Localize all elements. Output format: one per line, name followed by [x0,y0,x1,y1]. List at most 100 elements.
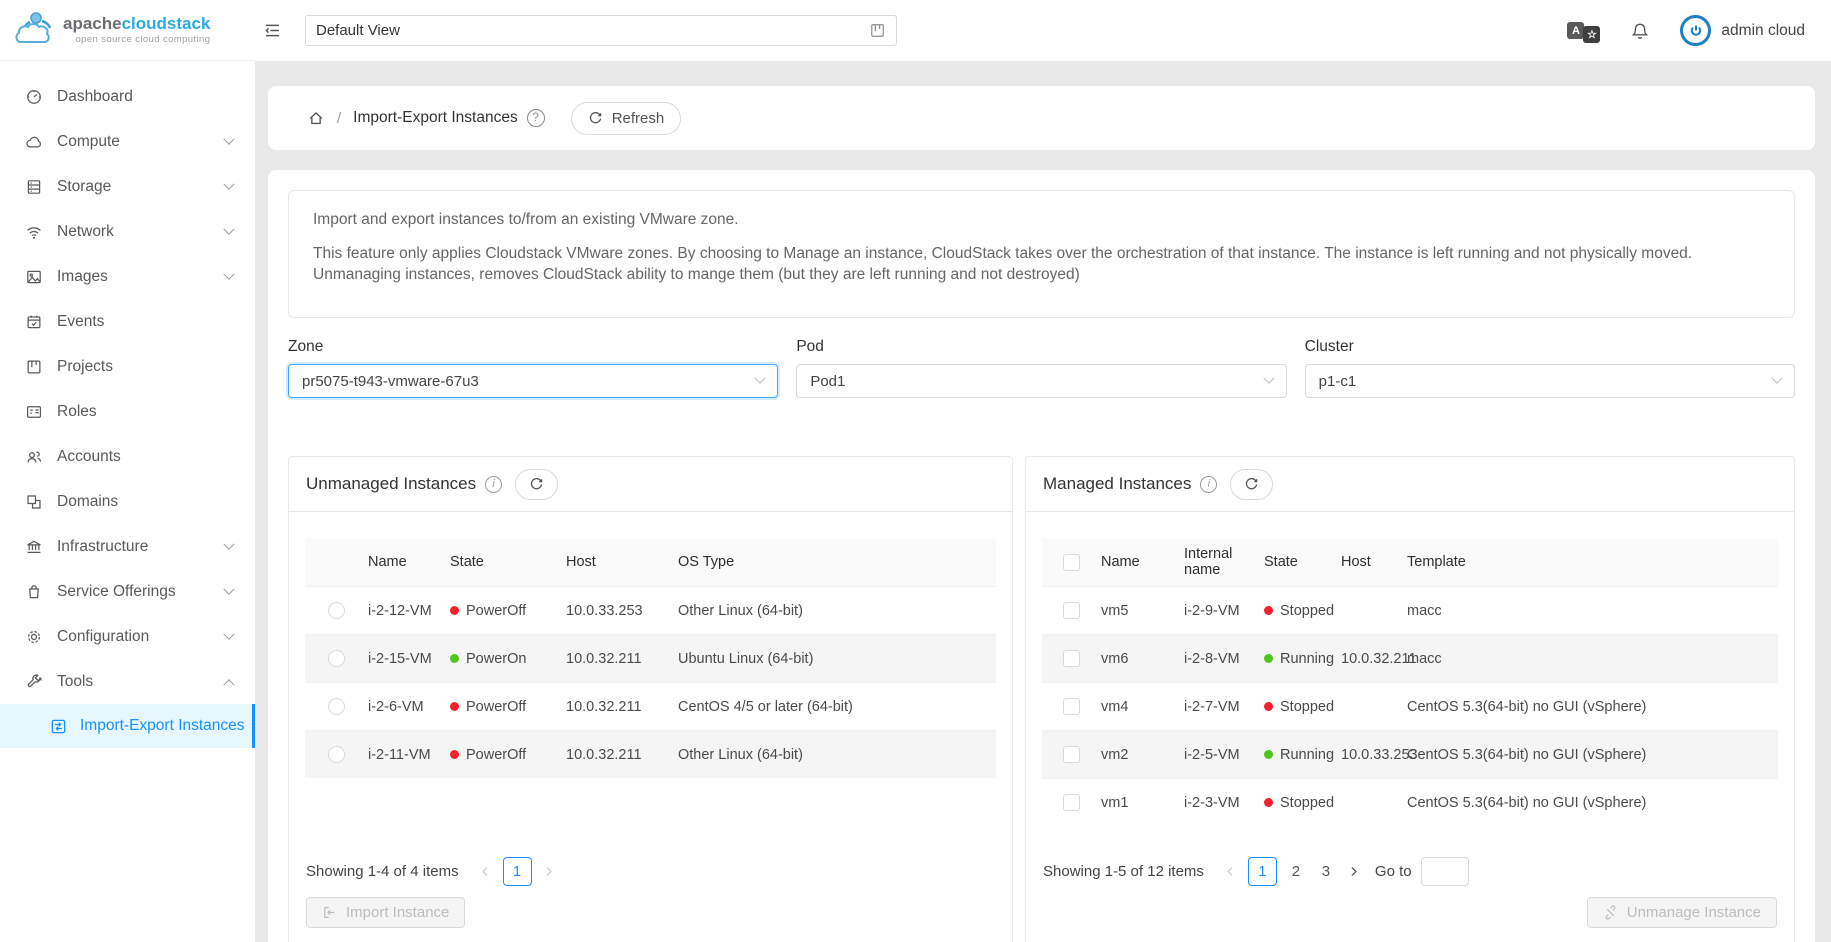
row-checkbox[interactable] [1063,650,1080,667]
managed-title: Managed Instances [1043,474,1191,494]
managed-refresh-button[interactable] [1230,469,1273,500]
menu-fold-icon[interactable] [259,18,285,44]
cell-name: vm4 [1101,699,1184,715]
state-dot [450,750,459,759]
table-row[interactable]: i-2-6-VM PowerOff 10.0.32.211 CentOS 4/5… [305,682,996,730]
sidebar-item-storage[interactable]: Storage [0,164,255,209]
info-icon[interactable]: i [485,476,502,493]
table-row[interactable]: vm2 i-2-5-VM Running 10.0.33.253 CentOS … [1042,730,1778,778]
refresh-button[interactable]: Refresh [571,102,682,135]
table-row[interactable]: vm1 i-2-3-VM Stopped CentOS 5.3(64-bit) … [1042,778,1778,826]
table-row[interactable]: vm6 i-2-8-VM Running 10.0.32.211 macc [1042,634,1778,682]
chevron-down-icon [223,538,234,549]
cell-internal-name: i-2-5-VM [1184,747,1264,763]
view-selector-input[interactable]: Default View [305,15,897,46]
description-line-1: Import and export instances to/from an e… [313,209,1770,230]
sidebar-item-infrastructure[interactable]: Infrastructure [0,524,255,569]
sidebar-item-label: Infrastructure [57,538,148,556]
table-row[interactable]: i-2-11-VM PowerOff 10.0.32.211 Other Lin… [305,730,996,778]
sidebar-item-compute[interactable]: Compute [0,119,255,164]
page-1-button[interactable]: 1 [503,857,532,886]
row-radio[interactable] [328,650,345,667]
chevron-down-icon [755,373,766,384]
bank-icon [25,538,43,556]
page-1-button[interactable]: 1 [1248,857,1277,886]
cell-state: Stopped [1264,603,1341,619]
cluster-select[interactable]: p1-c1 [1305,364,1795,398]
sidebar-item-service-offerings[interactable]: Service Offerings [0,569,255,614]
project-switch-icon[interactable] [869,22,886,39]
cell-template: macc [1407,603,1778,619]
sidebar-item-network[interactable]: Network [0,209,255,254]
sidebar-item-tools[interactable]: Tools [0,659,255,704]
row-checkbox[interactable] [1063,794,1080,811]
zone-select[interactable]: pr5075-t943-vmware-67u3 [288,364,778,398]
cell-name: vm5 [1101,603,1184,619]
sidebar-item-import-export-instances[interactable]: Import-Export Instances [0,704,255,748]
managed-summary: Showing 1-5 of 12 items [1043,863,1204,880]
user-name[interactable]: admin cloud [1721,22,1805,40]
sidebar-item-accounts[interactable]: Accounts [0,434,255,479]
sidebar-item-label: Roles [57,403,97,421]
sidebar-item-projects[interactable]: Projects [0,344,255,389]
row-checkbox[interactable] [1063,746,1080,763]
unmanaged-refresh-button[interactable] [515,469,558,500]
info-icon[interactable]: i [1200,476,1217,493]
column-header: State [1264,554,1341,570]
unmanaged-pagination: Showing 1-4 of 4 items 1 [306,857,995,886]
row-radio[interactable] [328,746,345,763]
prev-page-icon[interactable] [473,859,499,885]
select-all-checkbox[interactable] [1063,554,1080,571]
row-checkbox[interactable] [1063,698,1080,715]
next-page-icon[interactable] [1341,859,1367,885]
cell-internal-name: i-2-9-VM [1184,603,1264,619]
sidebar-item-events[interactable]: Events [0,299,255,344]
cell-internal-name: i-2-8-VM [1184,651,1264,667]
import-icon [322,905,337,920]
sidebar-item-dashboard[interactable]: Dashboard [0,74,255,119]
next-page-icon[interactable] [536,859,562,885]
state-label: PowerOff [466,699,526,715]
page-2-button[interactable]: 2 [1283,863,1309,880]
unmanaged-card-header: Unmanaged Instances i [289,457,1012,512]
state-dot [450,702,459,711]
cell-name: i-2-11-VM [368,747,450,763]
sidebar-item-roles[interactable]: Roles [0,389,255,434]
goto-page-input[interactable] [1421,857,1469,886]
cluster-label: Cluster [1305,338,1795,356]
chevron-down-icon [223,268,234,279]
table-row[interactable]: i-2-12-VM PowerOff 10.0.33.253 Other Lin… [305,586,996,634]
sidebar-item-images[interactable]: Images [0,254,255,299]
column-header: OS Type [678,554,996,570]
pod-select[interactable]: Pod1 [796,364,1286,398]
row-checkbox[interactable] [1063,602,1080,619]
column-header: Host [1341,554,1407,570]
import-instance-button[interactable]: Import Instance [306,897,465,928]
state-dot [1264,750,1273,759]
help-icon[interactable]: ? [527,109,545,127]
sidebar-item-domains[interactable]: Domains [0,479,255,524]
row-radio[interactable] [328,698,345,715]
state-label: Stopped [1280,699,1334,715]
cloudstack-monkey-icon [12,10,56,50]
sidebar-item-configuration[interactable]: Configuration [0,614,255,659]
row-radio[interactable] [328,602,345,619]
translation-star-icon[interactable]: ☆ [1583,26,1600,43]
chevron-down-icon [223,583,234,594]
cell-state: PowerOff [450,747,566,763]
home-icon[interactable] [307,109,325,127]
cell-state: Running [1264,651,1341,667]
table-row[interactable]: vm5 i-2-9-VM Stopped macc [1042,586,1778,634]
page-3-button[interactable]: 3 [1313,863,1339,880]
user-avatar[interactable] [1680,15,1711,46]
table-row[interactable]: vm4 i-2-7-VM Stopped CentOS 5.3(64-bit) … [1042,682,1778,730]
cloudstack-logo[interactable]: apachecloudstack open source cloud compu… [0,0,255,61]
table-row[interactable]: i-2-15-VM PowerOn 10.0.32.211 Ubuntu Lin… [305,634,996,682]
unmanage-instance-button[interactable]: Unmanage Instance [1587,897,1777,928]
prev-page-icon[interactable] [1218,859,1244,885]
sidebar-menu: Dashboard Compute Storage Network Images [0,61,255,942]
translation-icon[interactable]: A [1567,22,1584,39]
breadcrumb-separator: / [337,110,341,127]
notification-bell-icon[interactable] [1630,21,1650,41]
column-header: State [450,554,566,570]
